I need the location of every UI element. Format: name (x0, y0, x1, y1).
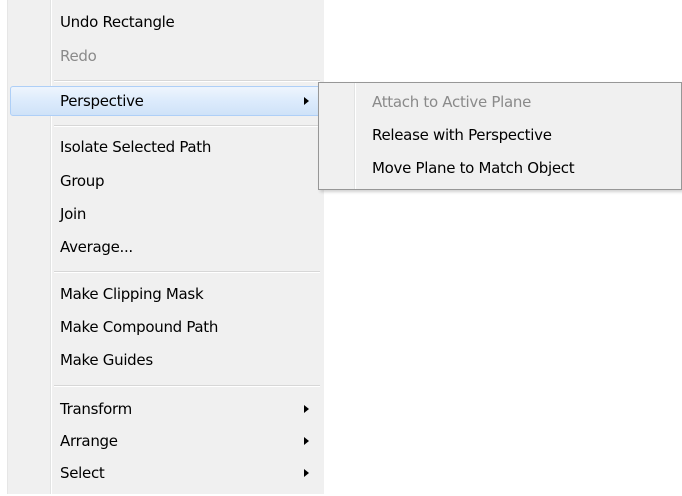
menu-item-select[interactable]: Select (8, 458, 324, 488)
menu-item-label: Group (60, 172, 105, 190)
menu-item-label: Undo Rectangle (60, 13, 175, 31)
menu-item-label: Release with Perspective (372, 126, 552, 144)
menu-item-make-compound-path[interactable]: Make Compound Path (8, 312, 324, 342)
submenu-arrow-icon (304, 405, 309, 413)
menu-item-label: Make Guides (60, 351, 153, 369)
menu-item-label: Make Clipping Mask (60, 285, 204, 303)
menu-item-undo-rectangle[interactable]: Undo Rectangle (8, 7, 324, 37)
perspective-submenu: Attach to Active Plane Release with Pers… (318, 82, 682, 190)
menu-item-label: Arrange (60, 432, 118, 450)
menu-item-label: Perspective (60, 92, 144, 110)
menu-item-label: Average... (60, 238, 133, 256)
menu-item-label: Move Plane to Match Object (372, 159, 575, 177)
menu-item-label: Attach to Active Plane (372, 93, 532, 111)
menu-item-group[interactable]: Group (8, 166, 324, 196)
menu-item-join[interactable]: Join (8, 199, 324, 229)
menu-item-label: Isolate Selected Path (60, 138, 212, 156)
submenu-arrow-icon (304, 469, 309, 477)
menu-item-move-plane-to-match-object[interactable]: Move Plane to Match Object (319, 153, 681, 183)
context-menu: Undo Rectangle Redo Perspective Isolate … (7, 0, 324, 494)
menu-item-average[interactable]: Average... (8, 232, 324, 262)
menu-item-attach-to-active-plane[interactable]: Attach to Active Plane (319, 87, 681, 117)
submenu-arrow-icon (304, 97, 309, 105)
menu-item-isolate-selected-path[interactable]: Isolate Selected Path (8, 132, 324, 162)
menu-item-label: Make Compound Path (60, 318, 219, 336)
menu-item-label: Join (60, 205, 87, 223)
menu-item-release-with-perspective[interactable]: Release with Perspective (319, 120, 681, 150)
menu-item-arrange[interactable]: Arrange (8, 426, 324, 456)
menu-item-transform[interactable]: Transform (8, 394, 324, 424)
menu-item-make-clipping-mask[interactable]: Make Clipping Mask (8, 279, 324, 309)
menu-item-perspective[interactable]: Perspective (10, 86, 321, 116)
menu-item-make-guides[interactable]: Make Guides (8, 345, 324, 375)
menu-item-label: Redo (60, 47, 97, 65)
submenu-arrow-icon (304, 437, 309, 445)
menu-separator (54, 271, 320, 273)
menu-item-label: Transform (60, 400, 132, 418)
menu-separator (54, 385, 320, 387)
menu-separator (54, 125, 320, 127)
menu-separator (54, 80, 320, 82)
menu-item-label: Select (60, 464, 105, 482)
menu-item-redo[interactable]: Redo (8, 41, 324, 71)
